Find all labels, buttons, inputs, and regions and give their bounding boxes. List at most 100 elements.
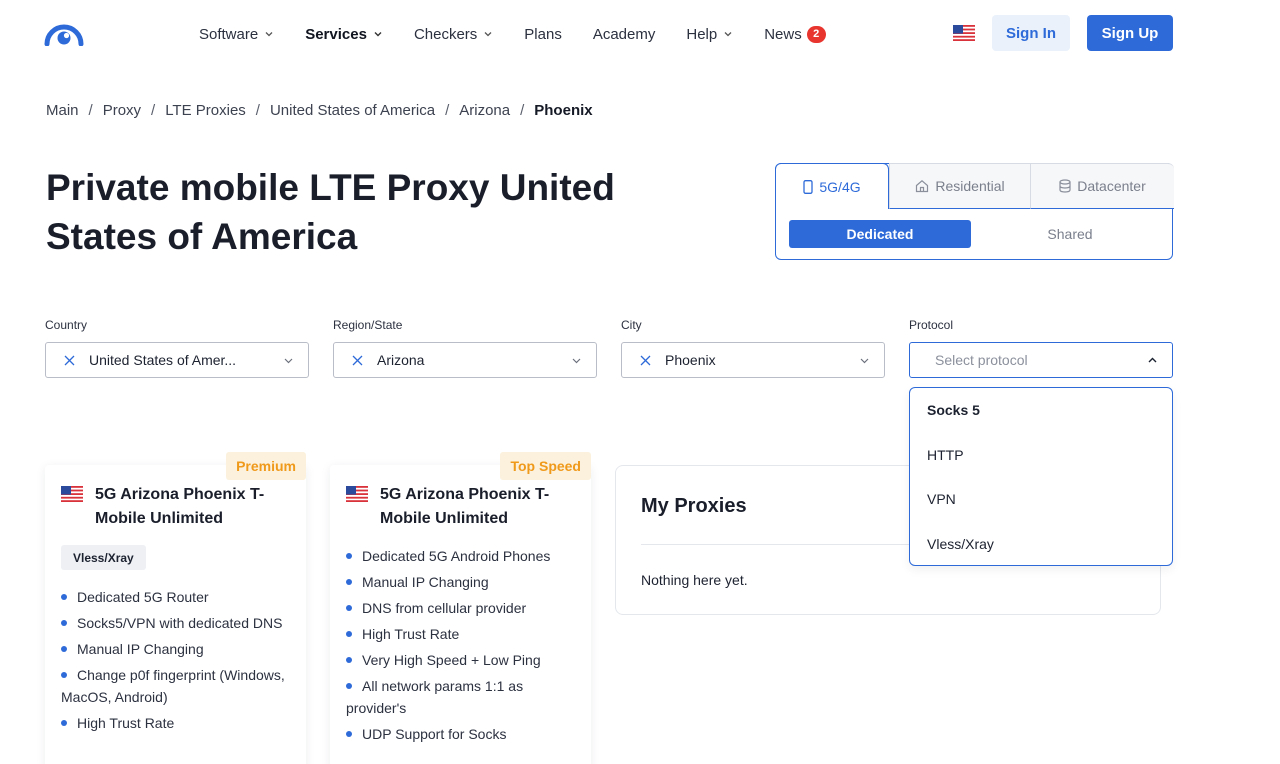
chevron-down-icon bbox=[374, 32, 382, 37]
feature-item: Very High Speed + Low Ping bbox=[346, 649, 576, 671]
region-filter: Region/State Arizona bbox=[333, 318, 597, 378]
city-label: City bbox=[621, 318, 642, 332]
protocol-option-vless-xray[interactable]: Vless/Xray bbox=[910, 522, 1172, 567]
country-filter: Country United States of Amer... bbox=[45, 318, 309, 378]
chevron-down-icon bbox=[284, 358, 293, 363]
feature-item: Socks5/VPN with dedicated DNS bbox=[61, 612, 291, 634]
clear-icon[interactable] bbox=[352, 355, 363, 366]
empty-state-text: Nothing here yet. bbox=[641, 572, 748, 588]
bullet-icon bbox=[346, 631, 352, 638]
chevron-down-icon bbox=[265, 32, 273, 37]
city-value: Phoenix bbox=[665, 352, 716, 368]
tab-datacenter[interactable]: Datacenter bbox=[1030, 163, 1174, 209]
protocol-option-socks5[interactable]: Socks 5 bbox=[910, 388, 1172, 433]
feature-item: UDP Support for Socks bbox=[346, 723, 576, 745]
premium-tag: Premium bbox=[226, 452, 306, 480]
region-value: Arizona bbox=[377, 352, 425, 368]
breadcrumb-region[interactable]: Arizona bbox=[459, 102, 510, 119]
tab-residential-label: Residential bbox=[935, 178, 1005, 194]
clear-icon[interactable] bbox=[64, 355, 75, 366]
bullet-icon bbox=[346, 683, 352, 690]
phone-icon bbox=[803, 179, 814, 194]
bullet-icon bbox=[346, 579, 352, 586]
protocol-label: Protocol bbox=[909, 318, 954, 332]
country-value: United States of Amer... bbox=[89, 352, 237, 368]
breadcrumb-lte-proxies[interactable]: LTE Proxies bbox=[165, 102, 246, 119]
logo-icon[interactable] bbox=[44, 20, 84, 46]
nav-services[interactable]: Services bbox=[305, 26, 383, 43]
breadcrumb-main[interactable]: Main bbox=[46, 102, 79, 119]
bullet-icon bbox=[346, 731, 352, 738]
nav-news[interactable]: News 2 bbox=[764, 25, 826, 43]
nav-help-label: Help bbox=[686, 25, 718, 43]
city-select[interactable]: Phoenix bbox=[621, 342, 885, 378]
tab-5g-4g-label: 5G/4G bbox=[819, 178, 861, 195]
protocol-option-vpn[interactable]: VPN bbox=[910, 477, 1172, 522]
nav-academy-label: Academy bbox=[592, 25, 656, 43]
proxy-card-top-speed[interactable]: Top Speed 5G Arizona Phoenix T-Mobile Un… bbox=[330, 452, 591, 764]
nav-services-label: Services bbox=[305, 25, 367, 43]
bullet-icon bbox=[346, 605, 352, 612]
bullet-icon bbox=[61, 620, 67, 627]
top-speed-tag: Top Speed bbox=[500, 452, 591, 480]
sign-in-button[interactable]: Sign In bbox=[992, 15, 1070, 51]
nav-help[interactable]: Help bbox=[686, 26, 733, 43]
country-label: Country bbox=[45, 318, 88, 332]
breadcrumb-country[interactable]: United States of America bbox=[270, 102, 435, 119]
feature-item: Dedicated 5G Android Phones bbox=[346, 545, 576, 567]
card-title: 5G Arizona Phoenix T-Mobile Unlimited bbox=[380, 486, 550, 527]
protocol-placeholder: Select protocol bbox=[935, 352, 1028, 368]
feature-item: Dedicated 5G Router bbox=[61, 586, 291, 608]
nav-software-label: Software bbox=[199, 25, 259, 43]
protocol-filter: Protocol Select protocol bbox=[909, 318, 1173, 378]
main-nav: Software Services Checkers Plans Academy… bbox=[199, 24, 857, 44]
country-select[interactable]: United States of Amer... bbox=[45, 342, 309, 378]
region-select[interactable]: Arizona bbox=[333, 342, 597, 378]
breadcrumb-city: Phoenix bbox=[534, 102, 593, 119]
chevron-up-icon bbox=[1148, 357, 1157, 362]
page-title: Private mobile LTE Proxy United States o… bbox=[46, 167, 615, 257]
nav-software[interactable]: Software bbox=[199, 26, 274, 43]
feature-item: All network params 1:1 as provider's bbox=[346, 678, 524, 716]
nav-academy[interactable]: Academy bbox=[593, 26, 656, 43]
protocol-dropdown: Socks 5 HTTP VPN Vless/Xray bbox=[909, 387, 1173, 566]
chevron-down-icon bbox=[484, 32, 492, 37]
protocol-pill: Vless/Xray bbox=[61, 545, 146, 570]
subtab-shared[interactable]: Shared bbox=[979, 220, 1161, 248]
feature-item: Manual IP Changing bbox=[346, 571, 576, 593]
feature-item: DNS from cellular provider bbox=[346, 597, 576, 619]
feature-list: Dedicated 5G Router Socks5/VPN with dedi… bbox=[61, 586, 291, 738]
chevron-down-icon bbox=[724, 32, 732, 37]
my-proxies-title: My Proxies bbox=[641, 495, 747, 517]
nav-plans[interactable]: Plans bbox=[524, 26, 562, 43]
bullet-icon bbox=[61, 672, 67, 679]
feature-item: Change p0f fingerprint (Windows, MacOS, … bbox=[61, 667, 285, 705]
protocol-select[interactable]: Select protocol bbox=[909, 342, 1173, 378]
clear-icon[interactable] bbox=[640, 355, 651, 366]
bullet-icon bbox=[346, 657, 352, 664]
bullet-icon bbox=[61, 720, 67, 727]
protocol-option-http[interactable]: HTTP bbox=[910, 433, 1172, 478]
bullet-icon bbox=[61, 646, 67, 653]
card-title: 5G Arizona Phoenix T-Mobile Unlimited bbox=[95, 486, 265, 527]
tab-residential[interactable]: Residential bbox=[889, 163, 1031, 209]
nav-checkers[interactable]: Checkers bbox=[414, 26, 493, 43]
bullet-icon bbox=[346, 553, 352, 560]
news-count-badge: 2 bbox=[806, 25, 826, 43]
sign-up-button[interactable]: Sign Up bbox=[1087, 15, 1173, 51]
house-icon bbox=[916, 180, 929, 193]
us-flag-icon bbox=[61, 486, 83, 502]
chevron-down-icon bbox=[860, 358, 869, 363]
breadcrumb: Main / Proxy / LTE Proxies / United States … bbox=[46, 102, 593, 119]
feature-list: Dedicated 5G Android Phones Manual IP Ch… bbox=[346, 545, 576, 749]
tab-datacenter-label: Datacenter bbox=[1077, 178, 1146, 194]
us-flag-icon bbox=[346, 486, 368, 502]
feature-item: High Trust Rate bbox=[61, 712, 291, 734]
nav-plans-label: Plans bbox=[524, 25, 562, 43]
us-flag-icon[interactable] bbox=[953, 25, 975, 41]
feature-item: High Trust Rate bbox=[346, 623, 576, 645]
proxy-card-premium[interactable]: Premium 5G Arizona Phoenix T-Mobile Unli… bbox=[45, 452, 306, 764]
subtab-dedicated[interactable]: Dedicated bbox=[789, 220, 971, 248]
tab-5g-4g[interactable]: 5G/4G bbox=[775, 163, 889, 209]
breadcrumb-proxy[interactable]: Proxy bbox=[103, 102, 141, 119]
